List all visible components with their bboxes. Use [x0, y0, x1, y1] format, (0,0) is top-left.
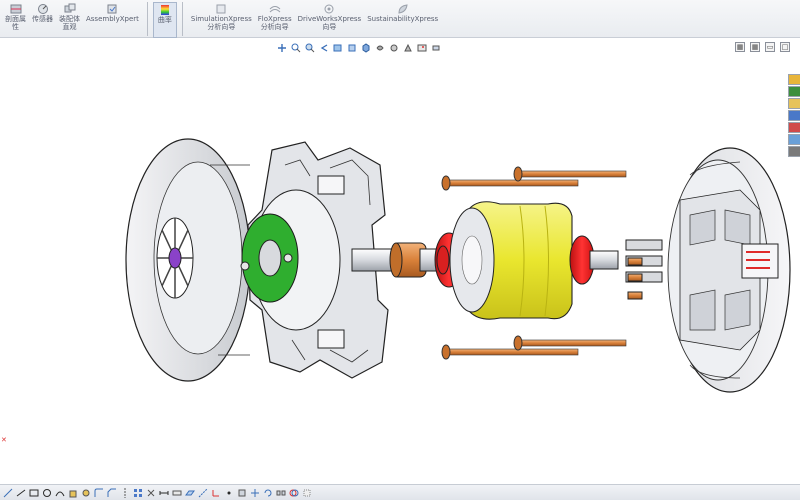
ribbon-label: 剖面属 性 [5, 15, 26, 31]
ribbon-label: 装配体 直观 [59, 15, 80, 31]
move-component-icon[interactable] [249, 487, 260, 498]
zoom-to-fit-icon[interactable] [290, 43, 301, 54]
coordinate-system-icon[interactable] [210, 487, 221, 498]
previous-view-icon[interactable] [318, 43, 329, 54]
ribbon-label: AssemblyXpert [86, 15, 139, 23]
simulationxpress-button[interactable]: SimulationXpress 分析向导 [188, 2, 255, 38]
maximize-icon[interactable]: □ [780, 42, 790, 52]
driveworksxpress-button[interactable]: DriveWorksXpress 向导 [295, 2, 365, 38]
section-properties-icon [8, 3, 24, 15]
extrude-icon[interactable] [67, 487, 78, 498]
exploded-view-icon[interactable] [275, 487, 286, 498]
measure-icon[interactable] [171, 487, 182, 498]
section-view-icon[interactable] [332, 43, 343, 54]
view-settings-icon[interactable] [430, 43, 441, 54]
plane-icon[interactable] [184, 487, 195, 498]
origin-triad-icon: ✕ [1, 436, 7, 444]
screw-upper-left[interactable] [441, 175, 579, 191]
section-properties-button[interactable]: 剖面属 性 [2, 2, 29, 38]
chamfer-icon[interactable] [106, 487, 117, 498]
edit-appearance-icon[interactable] [402, 43, 413, 54]
screw-lower-right[interactable] [513, 335, 627, 351]
fan-disc-part[interactable] [125, 138, 251, 382]
ribbon-group-xpress: SimulationXpress 分析向导 FloXpress 分析向导 Dri… [186, 0, 443, 38]
assemblyxpert-icon [104, 3, 120, 15]
floxpress-button[interactable]: FloXpress 分析向导 [255, 2, 295, 38]
screw-upper-right[interactable] [513, 166, 627, 182]
floxpress-icon [267, 3, 283, 15]
insert-component-icon[interactable] [236, 487, 247, 498]
sketch-icon[interactable] [2, 487, 13, 498]
sustainabilityxpress-icon [395, 3, 411, 15]
curvature-icon [157, 4, 173, 16]
arc-icon[interactable] [54, 487, 65, 498]
sustainabilityxpress-button[interactable]: SustainabilityXpress [364, 2, 441, 38]
heads-up-view-toolbar [276, 41, 441, 55]
ribbon-group-curvature: 曲率 [151, 0, 179, 38]
rectangle-icon[interactable] [28, 487, 39, 498]
ribbon-separator [146, 2, 148, 36]
solidworks-window: 剖面属 性 传感器 装配体 直观 AssemblyXpert 曲率 Simula… [0, 0, 800, 500]
tile-icon[interactable]: ▦ [735, 42, 745, 52]
sensor-button[interactable]: 传感器 [29, 2, 56, 38]
zoom-area-icon[interactable] [304, 43, 315, 54]
driveworksxpress-icon [321, 3, 337, 15]
assemblyxpert-button[interactable]: AssemblyXpert [83, 2, 142, 38]
ribbon-label: DriveWorksXpress 向导 [297, 15, 362, 31]
revolve-icon[interactable] [80, 487, 91, 498]
restore-icon[interactable]: ▭ [765, 42, 775, 52]
mate-icon[interactable] [145, 487, 156, 498]
pattern-icon[interactable] [132, 487, 143, 498]
view-orientation-icon[interactable] [276, 43, 287, 54]
ribbon-group-evaluate: 剖面属 性 传感器 装配体 直观 AssemblyXpert [0, 0, 144, 38]
rotate-component-icon[interactable] [262, 487, 273, 498]
smart-dimension-icon[interactable] [158, 487, 169, 498]
simulationxpress-icon [213, 3, 229, 15]
brush-terminals-part[interactable] [625, 239, 663, 300]
command-manager-ribbon: 剖面属 性 传感器 装配体 直观 AssemblyXpert 曲率 Simula… [0, 0, 800, 38]
apply-scene-icon[interactable] [416, 43, 427, 54]
line-icon[interactable] [15, 487, 26, 498]
ribbon-label: 曲率 [157, 16, 172, 24]
bottom-toolbar [0, 484, 800, 500]
assembly-visualization-button[interactable]: 装配体 直观 [56, 2, 83, 38]
point-icon[interactable] [223, 487, 234, 498]
ribbon-label: 传感器 [32, 15, 53, 23]
tile-icon[interactable]: ▦ [750, 42, 760, 52]
curvature-button[interactable]: 曲率 [152, 2, 177, 38]
display-style-icon[interactable] [374, 43, 385, 54]
hide-component-icon[interactable] [301, 487, 312, 498]
interference-detection-icon[interactable] [288, 487, 299, 498]
view-orientation-cube-icon[interactable] [360, 43, 371, 54]
axis-icon[interactable] [197, 487, 208, 498]
circle-icon[interactable] [41, 487, 52, 498]
ribbon-label: SustainabilityXpress [367, 15, 439, 23]
ribbon-separator [181, 2, 183, 36]
assembly-visualization-icon [62, 3, 78, 15]
hide-show-items-icon[interactable] [388, 43, 399, 54]
motor-housing-part[interactable] [667, 147, 791, 393]
ribbon-label: FloXpress 分析向导 [257, 15, 292, 31]
dynamic-annotation-icon[interactable] [346, 43, 357, 54]
fillet-icon[interactable] [93, 487, 104, 498]
mirror-icon[interactable] [119, 487, 130, 498]
sensor-icon [35, 3, 51, 15]
ribbon-label: SimulationXpress 分析向导 [190, 15, 252, 31]
screw-lower-left[interactable] [441, 344, 579, 360]
document-window-controls: ▦ ▦ ▭ □ [735, 42, 790, 52]
rotor-shaft-part[interactable] [351, 201, 619, 320]
graphics-area[interactable] [0, 56, 800, 484]
